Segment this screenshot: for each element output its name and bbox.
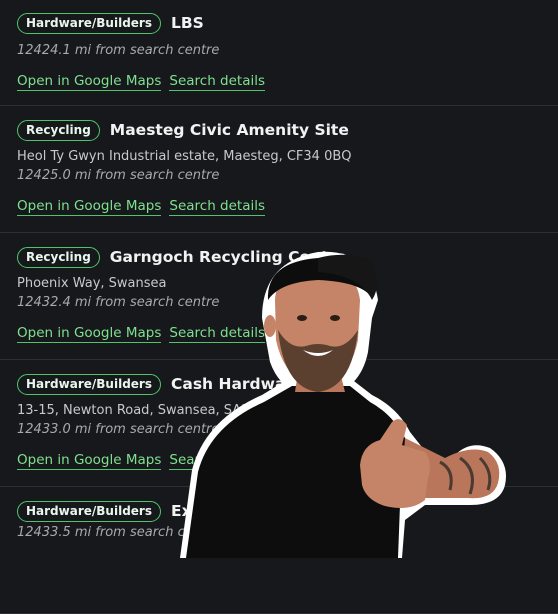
result-card: Hardware/Builders Cash Hardware 13-15, N…: [0, 360, 558, 487]
result-card: Hardware/Builders Exal 12433.5 mi from s…: [0, 487, 558, 614]
result-address: Heol Ty Gwyn Industrial estate, Maesteg,…: [17, 149, 352, 164]
result-title-row: Hardware/Builders Cash Hardware: [17, 372, 558, 396]
result-name: LBS: [170, 14, 204, 32]
result-links: Open in Google Maps Search details: [17, 198, 558, 216]
result-distance: 12425.0 mi from search centre: [17, 168, 220, 183]
category-badge: Recycling: [17, 119, 100, 141]
result-title-row: Hardware/Builders LBS: [17, 11, 558, 35]
result-card: Recycling Maesteg Civic Amenity Site Heo…: [0, 106, 558, 233]
category-badge: Hardware/Builders: [17, 500, 161, 522]
search-details-link[interactable]: Search details: [169, 452, 266, 470]
result-distance: 12432.4 mi from search centre: [17, 295, 220, 310]
result-card: Hardware/Builders LBS 12424.1 mi from se…: [0, 0, 558, 106]
search-details-link[interactable]: Search details: [169, 73, 266, 91]
result-links: Open in Google Maps Search details: [17, 325, 558, 343]
open-in-google-maps-link[interactable]: Open in Google Maps: [17, 198, 162, 216]
search-details-link[interactable]: Search details: [169, 198, 266, 216]
result-distance: 12424.1 mi from search centre: [17, 43, 220, 58]
result-address: Phoenix Way, Swansea: [17, 276, 167, 291]
result-name: Garngoch Recycling Centre: [109, 248, 347, 266]
open-in-google-maps-link[interactable]: Open in Google Maps: [17, 73, 162, 91]
result-name: Cash Hardware: [170, 375, 304, 393]
result-address: 13-15, Newton Road, Swansea, SA3: [17, 403, 250, 418]
result-card: Recycling Garngoch Recycling Centre Phoe…: [0, 233, 558, 360]
category-badge: Hardware/Builders: [17, 373, 161, 395]
category-badge: Hardware/Builders: [17, 12, 161, 34]
result-links: Open in Google Maps Search details: [17, 452, 558, 470]
result-name: Exal: [170, 502, 208, 520]
result-distance: 12433.5 mi from search centre: [17, 525, 220, 540]
result-title-row: Hardware/Builders Exal: [17, 499, 558, 523]
result-title-row: Recycling Garngoch Recycling Centre: [17, 245, 558, 269]
search-details-link[interactable]: Search details: [169, 325, 266, 343]
open-in-google-maps-link[interactable]: Open in Google Maps: [17, 325, 162, 343]
results-list: Hardware/Builders LBS 12424.1 mi from se…: [0, 0, 558, 614]
result-title-row: Recycling Maesteg Civic Amenity Site: [17, 118, 558, 142]
result-links: Open in Google Maps Search details: [17, 73, 558, 91]
result-name: Maesteg Civic Amenity Site: [109, 121, 349, 139]
category-badge: Recycling: [17, 246, 100, 268]
result-distance: 12433.0 mi from search centre: [17, 422, 220, 437]
open-in-google-maps-link[interactable]: Open in Google Maps: [17, 452, 162, 470]
